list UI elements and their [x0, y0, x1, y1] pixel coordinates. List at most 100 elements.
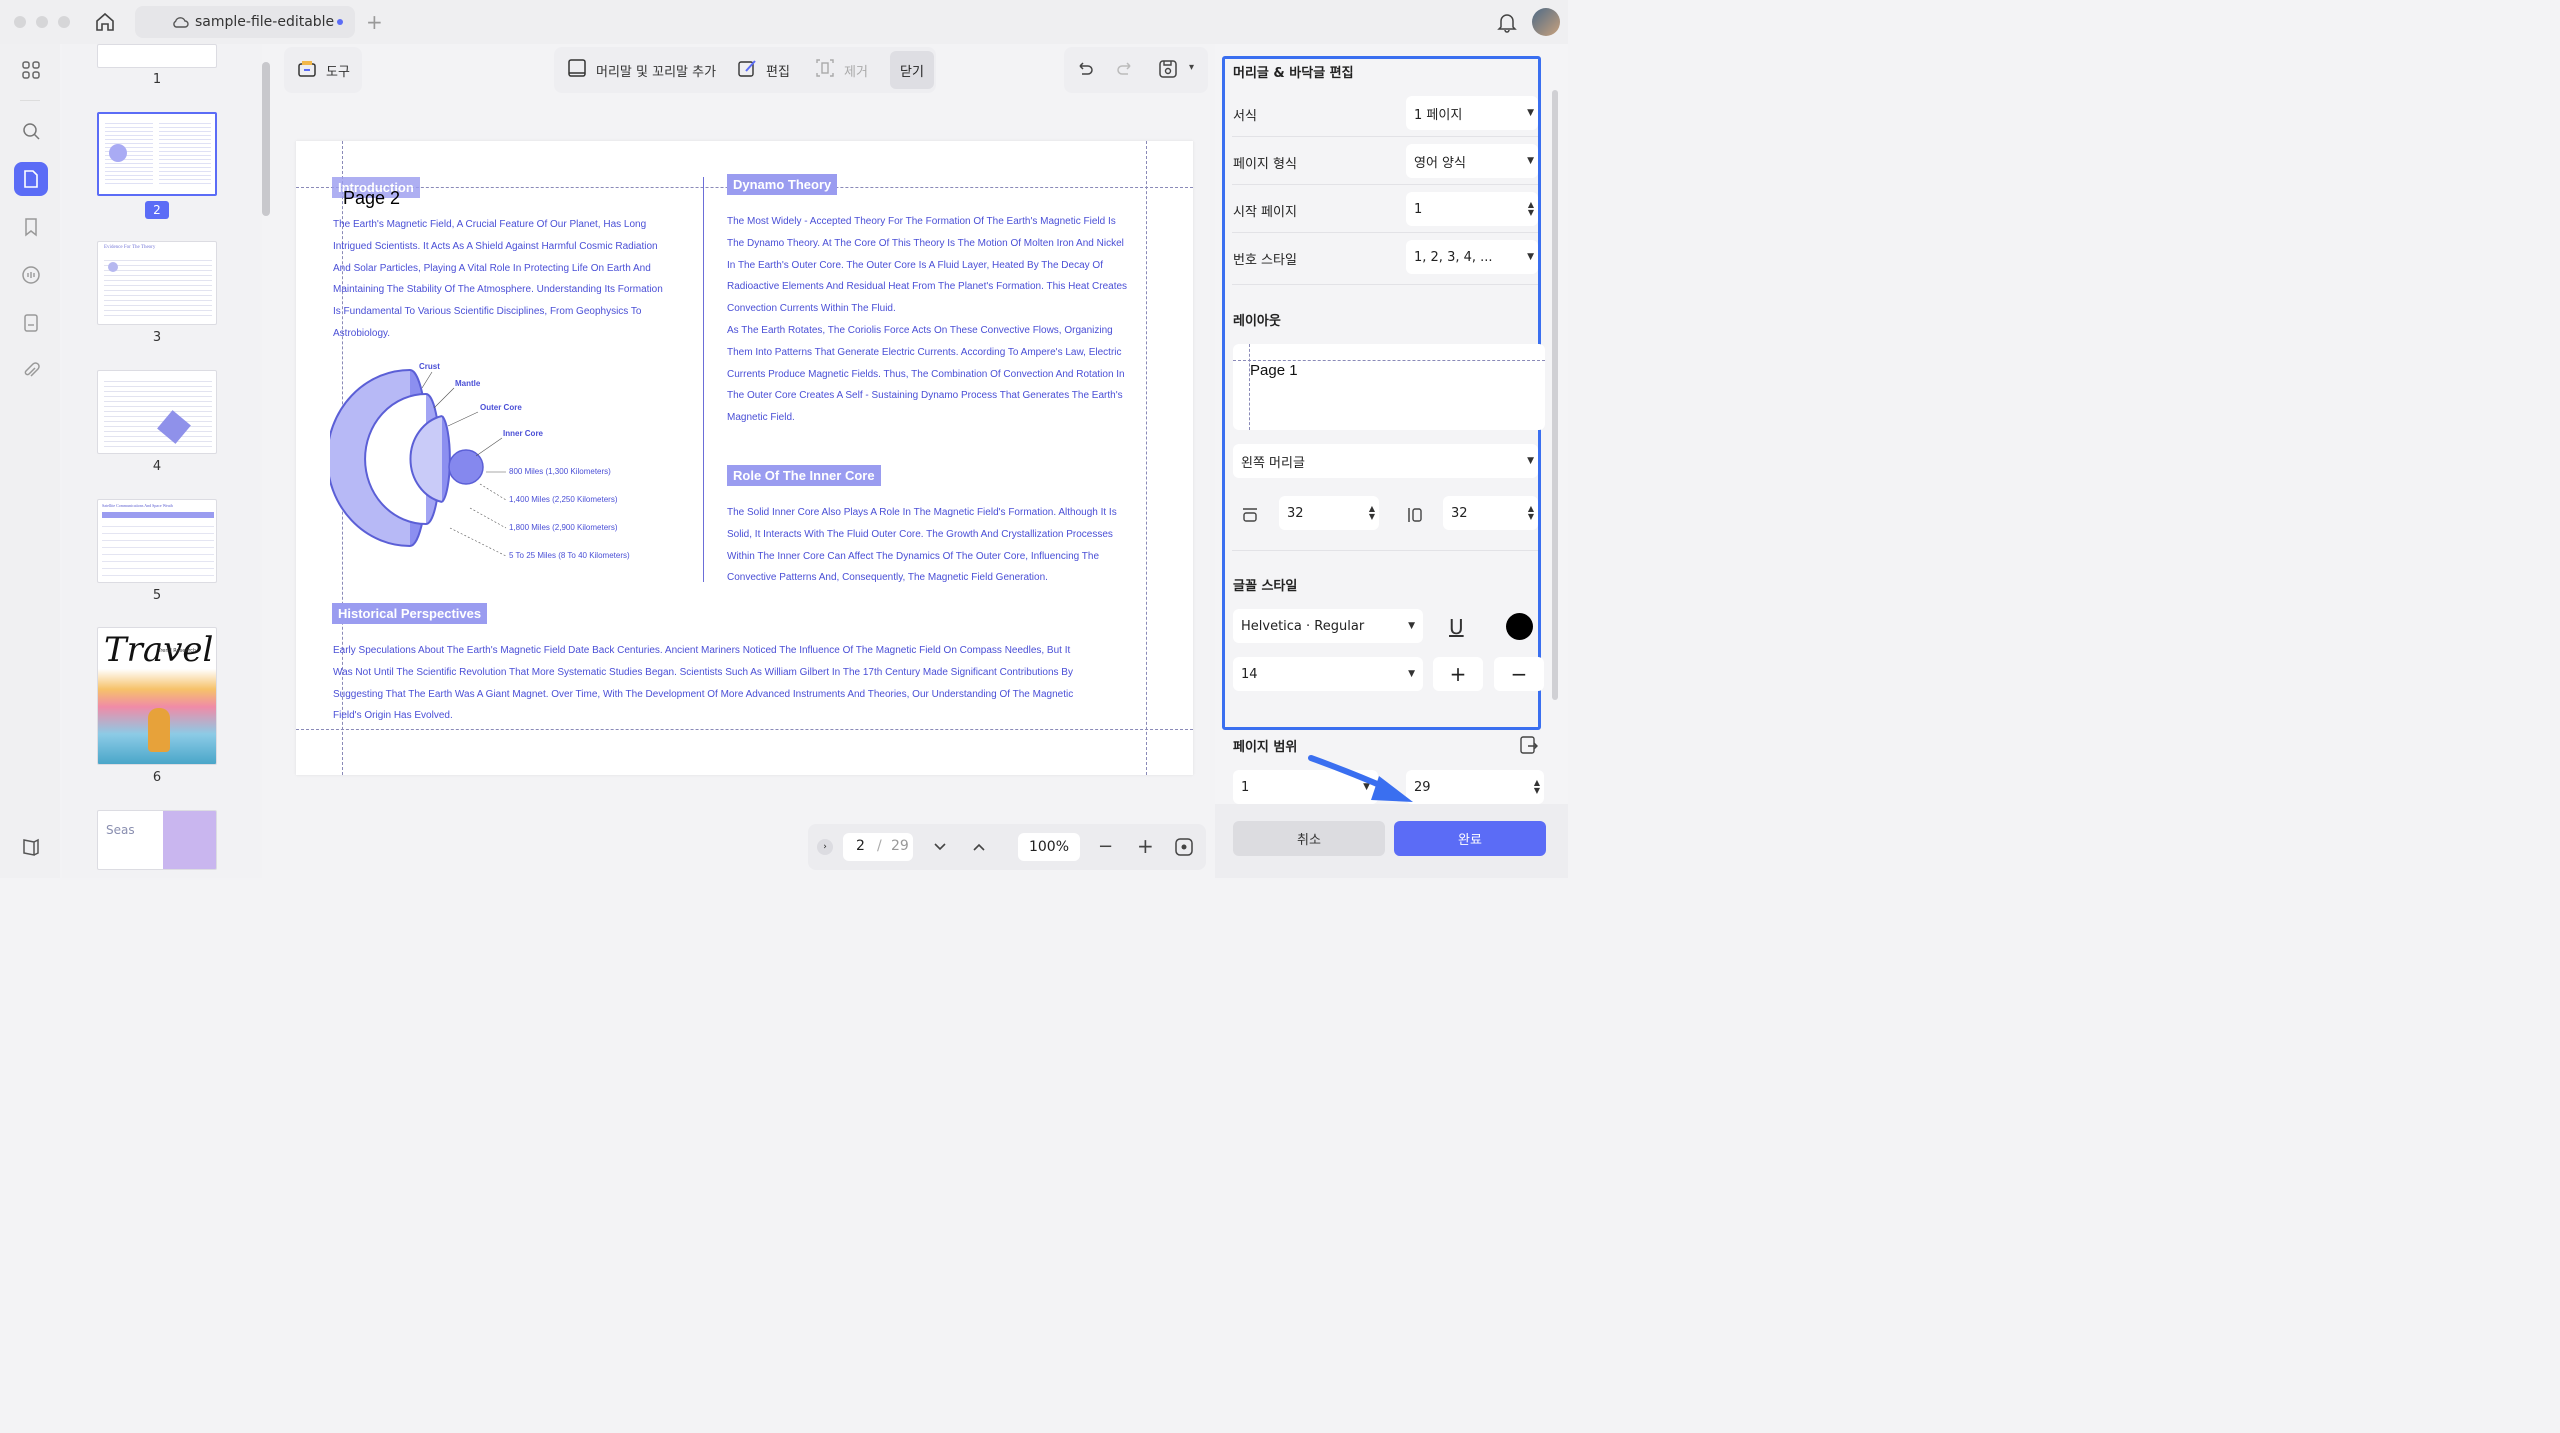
stepper-icon[interactable]: ▲ ▼: [1528, 201, 1534, 217]
redo-icon[interactable]: [1114, 58, 1136, 84]
close-mode-button[interactable]: 닫기: [890, 51, 934, 89]
dynamo-line: Convection Currents Within The Fluid.: [727, 303, 896, 315]
panel-scrollbar[interactable]: [1552, 90, 1558, 700]
decrease-font-size-button[interactable]: −: [1494, 657, 1544, 691]
remove-icon: [814, 57, 836, 83]
position-value: 왼쪽 머리글: [1241, 455, 1305, 471]
font-size-select[interactable]: 14 ▼: [1233, 657, 1423, 691]
divider: [1232, 136, 1538, 137]
expand-chevron-icon[interactable]: ›: [817, 839, 833, 855]
thumbnail-page-2[interactable]: [97, 112, 217, 196]
thumbnail-number: 3: [152, 330, 162, 345]
thumbnail-scrollbar[interactable]: [262, 62, 270, 216]
total-pages: 29: [891, 838, 909, 854]
underline-icon[interactable]: U: [1449, 615, 1464, 639]
fit-page-icon[interactable]: [1174, 837, 1194, 861]
format-select[interactable]: 1 페이지 ▼: [1406, 96, 1538, 130]
page-format-select[interactable]: 영어 양식 ▼: [1406, 144, 1538, 178]
search-icon[interactable]: [18, 118, 44, 144]
label-outer-core: Outer Core: [480, 403, 522, 412]
thumb-6-subtitle: Trend Research: [158, 648, 197, 654]
zoom-in-icon[interactable]: +: [1137, 834, 1154, 858]
thumbnail-page-3[interactable]: Evidence For The Theory: [97, 241, 217, 325]
stepper-icon[interactable]: ▲ ▼: [1369, 505, 1375, 521]
top-margin-stepper[interactable]: 32 ▲ ▼: [1279, 496, 1379, 530]
number-style-select[interactable]: 1, 2, 3, 4, ... ▼: [1406, 240, 1538, 274]
layout-preview[interactable]: [1233, 344, 1545, 430]
history-line: Suggesting That The Earth Was A Giant Ma…: [333, 688, 1074, 700]
tools-label: 도구: [326, 64, 350, 80]
stepper-icon[interactable]: ▲ ▼: [1534, 779, 1540, 795]
start-page-label: 시작 페이지: [1233, 205, 1297, 220]
edit-button[interactable]: 편집: [736, 50, 790, 90]
prev-page-chevron-icon[interactable]: [970, 838, 988, 860]
dynamo-line: Currents Produce Magnetic Fields. Thus, …: [727, 368, 1125, 380]
inner-core-line: Solid, It Interacts With The Fluid Outer…: [727, 528, 1113, 540]
position-select[interactable]: 왼쪽 머리글 ▼: [1233, 444, 1538, 478]
preview-header-guide: [1233, 360, 1545, 361]
range-to-stepper[interactable]: 29 ▲ ▼: [1406, 770, 1544, 804]
number-style-label: 번호 스타일: [1233, 253, 1297, 268]
zoom-window-button[interactable]: [58, 16, 70, 28]
avatar[interactable]: [1532, 8, 1560, 36]
tools-button[interactable]: 도구: [296, 50, 350, 90]
chevron-down-icon: ▼: [1527, 108, 1534, 118]
thumbnail-page-6[interactable]: Travel Trend Research: [97, 627, 217, 765]
history-line: Field's Origin Has Evolved.: [333, 710, 453, 722]
bookmark-icon[interactable]: [18, 214, 44, 240]
close-window-button[interactable]: [14, 16, 26, 28]
bell-icon[interactable]: [1496, 11, 1518, 33]
side-margin-stepper[interactable]: 32 ▲ ▼: [1443, 496, 1538, 530]
grid-icon[interactable]: [18, 57, 44, 83]
text-color-swatch[interactable]: [1506, 613, 1533, 640]
thumbnail-page-7[interactable]: Seas: [97, 810, 217, 870]
remove-button[interactable]: 제거: [814, 50, 868, 90]
done-button[interactable]: 완료: [1394, 821, 1546, 856]
footer-guide-line: [296, 729, 1193, 730]
layout-preview-text: Page 1: [1250, 362, 1298, 379]
attachment-icon[interactable]: [18, 358, 44, 384]
dynamo-heading: Dynamo Theory: [727, 174, 838, 195]
cancel-button[interactable]: 취소: [1233, 821, 1385, 856]
next-page-chevron-icon[interactable]: [931, 838, 949, 860]
zoom-out-icon[interactable]: −: [1098, 836, 1113, 857]
dynamo-line: The Dynamo Theory. At The Core Of This T…: [727, 237, 1124, 249]
inner-core-line: The Solid Inner Core Also Plays A Role I…: [727, 507, 1117, 518]
new-tab-icon[interactable]: +: [366, 10, 383, 34]
save-menu-chevron-icon[interactable]: ▾: [1189, 62, 1194, 73]
save-icon[interactable]: [1157, 58, 1179, 84]
home-icon[interactable]: [94, 11, 116, 33]
start-page-stepper[interactable]: 1 ▲ ▼: [1406, 192, 1538, 226]
sidebar-toggle-icon[interactable]: [18, 834, 44, 860]
increase-font-size-button[interactable]: +: [1433, 657, 1483, 691]
sidebar-divider: [20, 100, 40, 101]
page-format-label: 페이지 형식: [1233, 157, 1297, 172]
zoom-level[interactable]: 100%: [1018, 833, 1080, 861]
label-inner-core: Inner Core: [503, 429, 544, 438]
chevron-down-icon: ▼: [1408, 669, 1415, 679]
comment-icon[interactable]: [18, 262, 44, 288]
thumbnail-number: 6: [152, 770, 162, 785]
thumbnail-page-5[interactable]: Satellite Communications And Space Weath: [97, 499, 217, 583]
toolbox-icon: [296, 57, 318, 83]
thumbnail-page-4[interactable]: [97, 370, 217, 454]
label-distance-2: 1,400 Miles (2,250 Kilometers): [509, 495, 618, 504]
form-icon[interactable]: [18, 310, 44, 336]
minimize-window-button[interactable]: [36, 16, 48, 28]
font-family-select[interactable]: Helvetica · Regular ▼: [1233, 609, 1423, 643]
page-separator: /: [877, 838, 882, 854]
add-header-footer-button[interactable]: 머리말 및 꼬리말 추가: [566, 50, 716, 90]
preview-margin-guide: [1249, 344, 1250, 430]
undo-icon[interactable]: [1074, 58, 1096, 84]
pages-tool-button[interactable]: [14, 162, 48, 196]
divider: [1232, 184, 1538, 185]
page-range-options-icon[interactable]: [1518, 734, 1540, 760]
dynamo-line: The Outer Core Creates A Self - Sustaini…: [727, 390, 1123, 402]
document-tab[interactable]: sample-file-editable: [135, 6, 355, 38]
stepper-icon[interactable]: ▲ ▼: [1528, 505, 1534, 521]
remove-label: 제거: [844, 64, 868, 80]
header-page-label[interactable]: Page 2: [343, 188, 400, 209]
label-crust: Crust: [419, 362, 440, 371]
thumbnail-page-1[interactable]: [97, 44, 217, 68]
history-line: Was Not Until The Scientific Revolution …: [333, 666, 1073, 678]
